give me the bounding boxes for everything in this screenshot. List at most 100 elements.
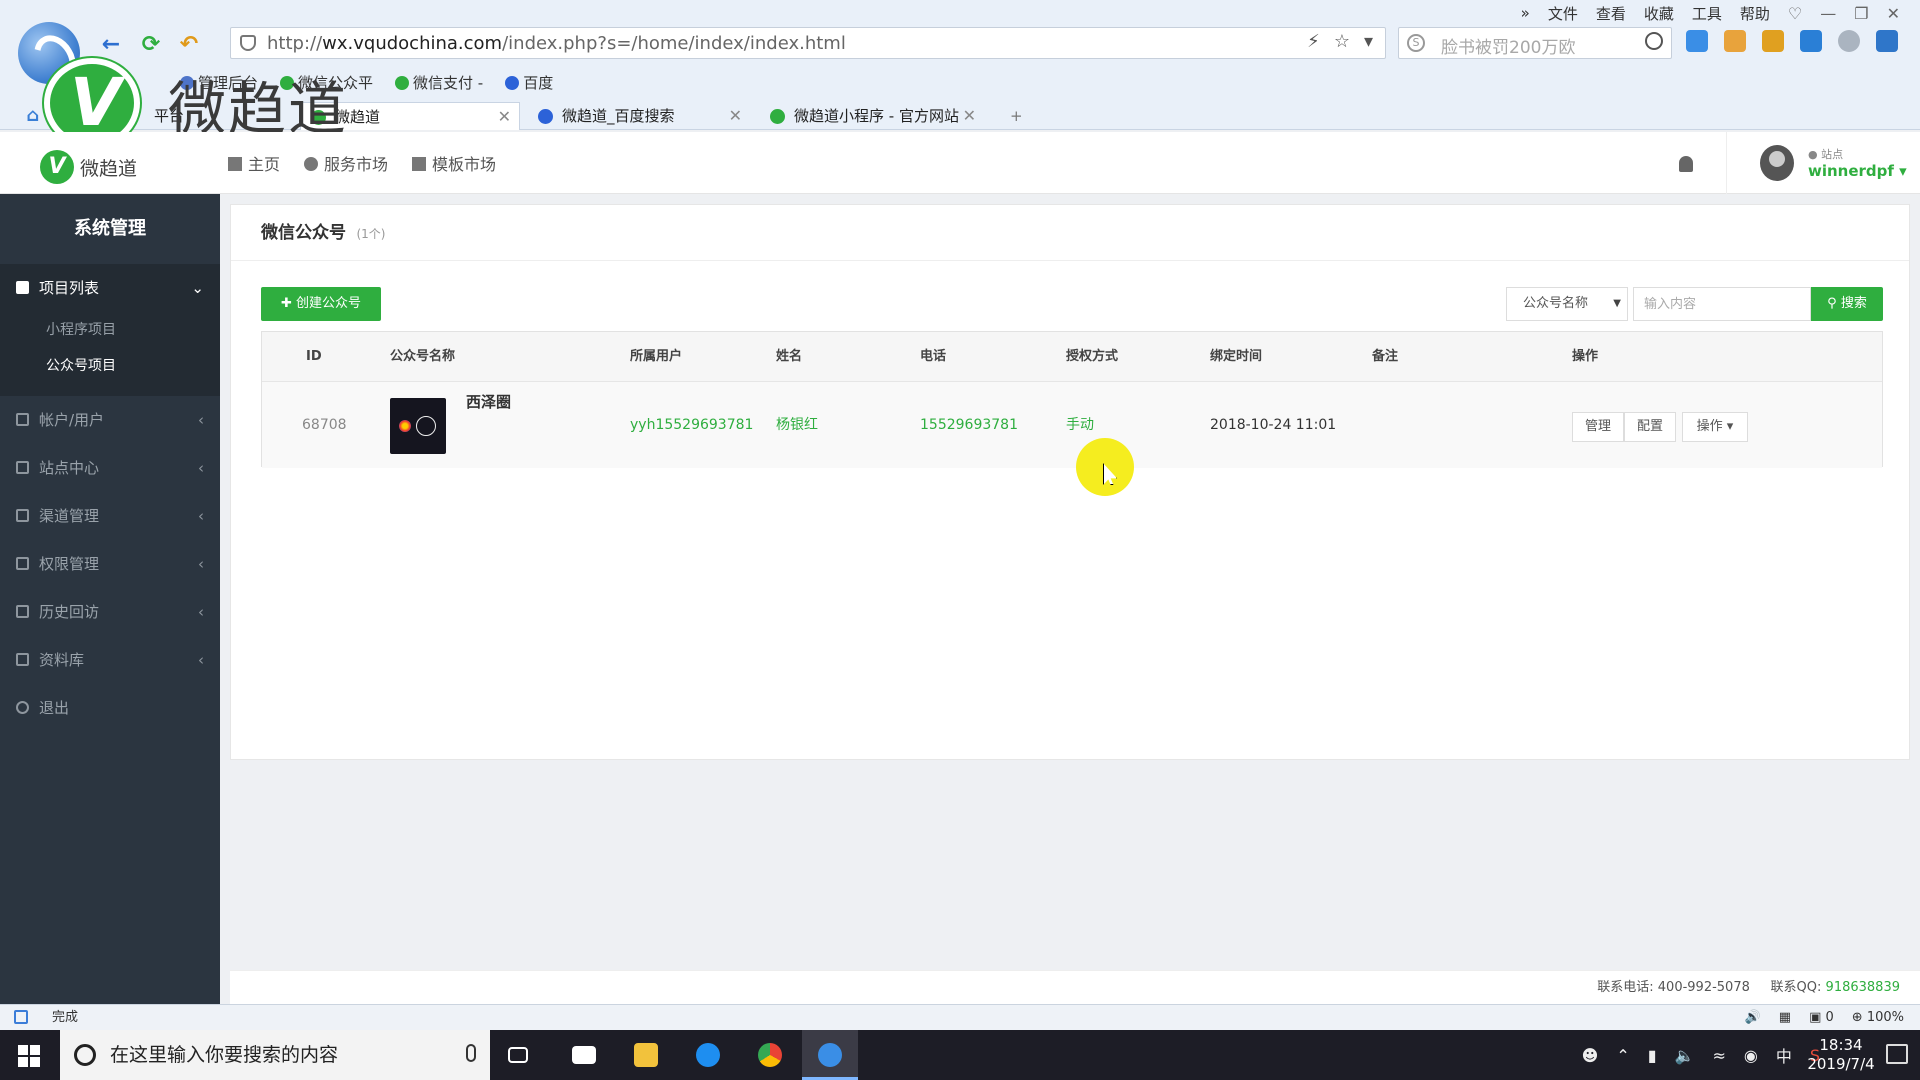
download-icon[interactable] xyxy=(1876,30,1898,52)
zoom-level[interactable]: ⊕ 100% xyxy=(1852,1005,1904,1030)
ime-indicator[interactable]: 中 xyxy=(1776,1043,1792,1067)
mail-icon[interactable] xyxy=(556,1030,612,1080)
baidu-favicon xyxy=(538,109,553,124)
actions-dropdown-button[interactable]: 操作 ▾ xyxy=(1682,412,1748,442)
tab-baidu-search[interactable]: 微趋道_百度搜索 ✕ xyxy=(528,102,750,130)
key-icon[interactable] xyxy=(1762,30,1784,52)
sidebar-item-library[interactable]: 资料库 ‹ xyxy=(0,636,220,684)
close-tab-icon[interactable]: ✕ xyxy=(963,102,976,130)
envelope-icon xyxy=(16,605,29,618)
notification-icon[interactable] xyxy=(1886,1044,1908,1064)
sidebar-sub-official-account[interactable]: 公众号项目 xyxy=(0,348,220,384)
avatar[interactable] xyxy=(1760,145,1794,181)
sidebar-item-accounts[interactable]: 帐户/用户 ‹ xyxy=(0,396,220,444)
nav-home[interactable]: 主页 xyxy=(228,151,280,175)
chevron-down-icon: ⌄ xyxy=(191,279,204,297)
adblock-count[interactable]: ▣ 0 xyxy=(1809,1005,1834,1030)
site-logo-icon[interactable]: V xyxy=(40,150,74,184)
browser-search-box[interactable]: S 脸书被罚200万欧 xyxy=(1398,27,1672,59)
nav-template-market[interactable]: 模板市场 xyxy=(412,151,496,175)
sidebar-item-logout[interactable]: 退出 xyxy=(0,684,220,732)
skin-icon[interactable]: ♡ xyxy=(1788,4,1802,23)
undo-icon[interactable]: ↶ xyxy=(176,32,202,58)
bell-icon[interactable] xyxy=(1679,156,1693,172)
search-icon[interactable] xyxy=(1645,32,1663,50)
table-header: ID 公众号名称 所属用户 姓名 电话 授权方式 绑定时间 备注 操作 xyxy=(262,332,1882,382)
url-text[interactable]: http://wx.vqudochina.com/index.php?s=/ho… xyxy=(267,33,846,54)
translate-icon[interactable] xyxy=(1686,30,1708,52)
filter-field-select[interactable]: 公众号名称 ▼ xyxy=(1506,287,1628,321)
screenshot-icon[interactable] xyxy=(1724,30,1746,52)
clock-time: 18:34 xyxy=(1819,1036,1863,1054)
search-button[interactable]: ⚲ 搜索 xyxy=(1811,287,1883,321)
qq-browser-icon[interactable] xyxy=(680,1030,736,1080)
manage-button[interactable]: 管理 xyxy=(1572,412,1624,442)
url-dropdown-icon[interactable]: ▾ xyxy=(1364,31,1373,52)
security-shield-icon xyxy=(240,35,256,51)
close-tab-icon[interactable]: ✕ xyxy=(498,103,511,131)
col-auth: 授权方式 xyxy=(1066,349,1119,364)
col-user: 所属用户 xyxy=(630,349,683,364)
col-remark: 备注 xyxy=(1372,349,1399,364)
sidebar-item-project-list[interactable]: 项目列表 ⌄ xyxy=(0,264,220,312)
close-tab-icon[interactable]: ✕ xyxy=(729,102,742,130)
config-button[interactable]: 配置 xyxy=(1624,412,1676,442)
cell-account-name[interactable]: 西泽圈 xyxy=(466,382,511,422)
menu-expand-icon[interactable]: » xyxy=(1521,4,1530,22)
search-tool-icon[interactable] xyxy=(1800,30,1822,52)
windows-start-icon[interactable] xyxy=(18,1045,40,1067)
network-icon[interactable]: ▦ xyxy=(1779,1005,1791,1030)
user-menu[interactable]: ● 站点 winnerdpf ▾ xyxy=(1726,132,1920,194)
sidebar-item-site-center[interactable]: 站点中心 ‹ xyxy=(0,444,220,492)
menu-file[interactable]: 文件 xyxy=(1548,3,1578,24)
address-bar[interactable]: http://wx.vqudochina.com/index.php?s=/ho… xyxy=(230,27,1386,59)
sidebar-toggle-icon[interactable] xyxy=(14,1010,28,1024)
status-text: 完成 xyxy=(52,1010,79,1025)
star-icon[interactable]: ☆ xyxy=(1334,31,1350,52)
close-window-icon[interactable]: ✕ xyxy=(1887,4,1900,23)
battery-icon[interactable]: ▮ xyxy=(1648,1046,1657,1065)
bookmark-baidu[interactable]: 百度 xyxy=(505,72,553,93)
cell-user[interactable]: yyh15529693781 xyxy=(630,382,753,468)
chrome-icon[interactable] xyxy=(742,1030,798,1080)
sidebar-item-history[interactable]: 历史回访 ‹ xyxy=(0,588,220,636)
user-name[interactable]: winnerdpf ▾ xyxy=(1808,162,1907,180)
sogou-browser-taskbar-icon[interactable] xyxy=(802,1030,858,1080)
home-icon xyxy=(16,281,29,294)
site-logo-text[interactable]: 微趋道 xyxy=(80,154,137,181)
bookmark-wechat-pay[interactable]: 微信支付 - xyxy=(395,72,483,93)
speaker-icon[interactable]: 🔈 xyxy=(1675,1046,1695,1065)
col-name: 公众号名称 xyxy=(390,349,456,364)
tray-expand-icon[interactable]: ⌃ xyxy=(1616,1046,1629,1065)
minimize-icon[interactable]: — xyxy=(1820,4,1836,23)
lightning-icon[interactable]: ⚡ xyxy=(1307,31,1320,52)
microphone-icon[interactable] xyxy=(466,1044,476,1062)
people-icon[interactable]: ☻ xyxy=(1582,1046,1599,1065)
wifi-icon[interactable]: ≈ xyxy=(1712,1046,1725,1065)
task-view-icon[interactable] xyxy=(492,1030,548,1080)
menu-tools[interactable]: 工具 xyxy=(1692,3,1722,24)
account-avatar[interactable] xyxy=(390,398,446,454)
tab-official-site[interactable]: 微趋道小程序 - 官方网站 ✕ xyxy=(760,102,984,130)
file-explorer-icon[interactable] xyxy=(618,1030,674,1080)
menu-help[interactable]: 帮助 xyxy=(1740,3,1770,24)
content-panel: 微信公众号 (1个) ✚ 创建公众号 公众号名称▼ ⚲ 搜索 ID 公众号名称 … xyxy=(230,204,1910,760)
sidebar-sub-miniprogram[interactable]: 小程序项目 xyxy=(0,312,220,348)
menu-view[interactable]: 查看 xyxy=(1596,3,1626,24)
new-tab-button[interactable]: + xyxy=(1000,102,1032,130)
sidebar-item-channels[interactable]: 渠道管理 ‹ xyxy=(0,492,220,540)
footer-qq[interactable]: 918638839 xyxy=(1826,980,1900,995)
restore-icon[interactable]: ❐ xyxy=(1854,4,1868,23)
sidebar-item-permissions[interactable]: 权限管理 ‹ xyxy=(0,540,220,588)
create-account-button[interactable]: ✚ 创建公众号 xyxy=(261,287,381,321)
site-header: V 微趋道 主页 服务市场 模板市场 ● 站点 winnerdpf ▾ xyxy=(0,132,1920,194)
more-icon[interactable] xyxy=(1838,30,1860,52)
app-tray-icon[interactable]: ◉ xyxy=(1744,1046,1758,1065)
menu-favorites[interactable]: 收藏 xyxy=(1644,3,1674,24)
sidebar: 系统管理 项目列表 ⌄ 小程序项目 公众号项目 帐户/用户 ‹ 站点中心 ‹ 渠道管… xyxy=(0,194,220,1004)
search-input[interactable] xyxy=(1633,287,1811,321)
taskbar-clock[interactable]: 18:34 2019/7/4 xyxy=(1806,1036,1876,1074)
volume-icon[interactable]: 🔊 xyxy=(1745,1005,1761,1030)
taskbar-search[interactable]: 在这里输入你要搜索的内容 xyxy=(60,1030,490,1080)
nav-service-market[interactable]: 服务市场 xyxy=(304,151,388,175)
